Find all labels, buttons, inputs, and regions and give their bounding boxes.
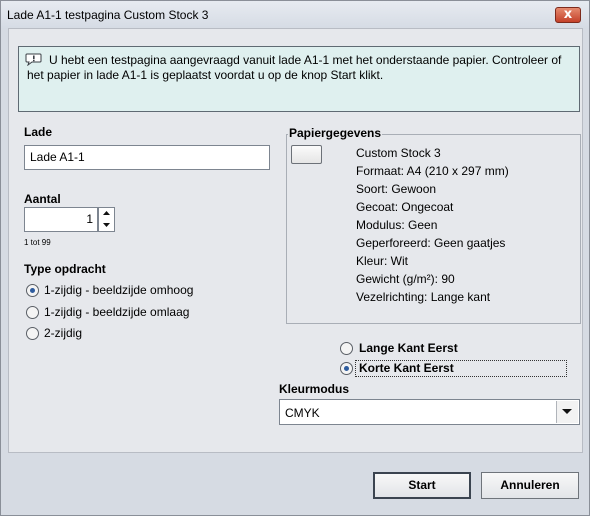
info-message: U hebt een testpagina aangevraagd vanuit… <box>27 53 562 82</box>
paper-modulus: Modulus: Geen <box>356 218 438 232</box>
chevron-down-icon <box>562 409 572 414</box>
close-icon: x <box>563 7 573 22</box>
window-title: Lade A1-1 testpagina Custom Stock 3 <box>7 8 209 22</box>
radio-selected-dot <box>30 288 35 293</box>
stepper-up-icon[interactable] <box>99 208 114 219</box>
radio-1-zijdig-omlaag[interactable] <box>26 306 39 319</box>
radio-korte-kant-eerst[interactable] <box>340 362 353 375</box>
paper-details: Custom Stock 3 Formaat: A4 (210 x 297 mm… <box>356 144 509 306</box>
paper-gecoat: Gecoat: Ongecoat <box>356 200 454 214</box>
option-korte-kant-eerst-label[interactable]: Korte Kant Eerst <box>359 361 454 375</box>
radio-1-zijdig-omhoog[interactable] <box>26 284 39 297</box>
option-1-zijdig-omhoog-label[interactable]: 1-zijdig - beeldzijde omhoog <box>44 283 193 297</box>
kleurmodus-value: CMYK <box>285 406 320 420</box>
kleurmodus-select[interactable]: CMYK <box>279 399 580 425</box>
dropdown-button[interactable] <box>556 401 578 423</box>
aantal-label: Aantal <box>24 192 61 206</box>
start-button[interactable]: Start <box>373 472 471 499</box>
lade-label: Lade <box>24 125 53 139</box>
paper-name: Custom Stock 3 <box>356 146 441 160</box>
paper-geperforeerd: Geperforeerd: Geen gaatjes <box>356 236 506 250</box>
radio-lange-kant-eerst[interactable] <box>340 342 353 355</box>
paper-vezelrichting: Vezelrichting: Lange kant <box>356 290 491 304</box>
paper-formaat: Formaat: A4 (210 x 297 mm) <box>356 164 509 178</box>
title-bar[interactable]: Lade A1-1 testpagina Custom Stock 3 x <box>1 1 589 29</box>
type-opdracht-label: Type opdracht <box>24 262 106 276</box>
lade-value: Lade A1-1 <box>30 150 85 164</box>
aantal-value: 1 <box>86 212 93 226</box>
kleurmodus-label: Kleurmodus <box>279 382 350 396</box>
aantal-stepper[interactable] <box>98 207 115 232</box>
paper-kleur: Kleur: Wit <box>356 254 409 268</box>
paper-soort: Soort: Gewoon <box>356 182 437 196</box>
stepper-down-icon[interactable] <box>99 220 114 231</box>
aantal-range-hint: 1 tot 99 <box>24 238 51 247</box>
close-button[interactable]: x <box>555 7 581 23</box>
aantal-input[interactable]: 1 <box>24 207 98 232</box>
cancel-button[interactable]: Annuleren <box>481 472 579 499</box>
radio-2-zijdig[interactable] <box>26 327 39 340</box>
option-2-zijdig-label[interactable]: 2-zijdig <box>44 326 82 340</box>
lade-field[interactable]: Lade A1-1 <box>24 145 270 170</box>
paper-select-button[interactable] <box>291 145 322 164</box>
paper-gewicht: Gewicht (g/m²): 90 <box>356 272 455 286</box>
papiergegevens-label: Papiergegevens <box>288 126 383 140</box>
option-lange-kant-eerst-label[interactable]: Lange Kant Eerst <box>359 341 458 355</box>
info-message-box: U hebt een testpagina aangevraagd vanuit… <box>18 46 580 112</box>
radio-selected-dot <box>344 366 349 371</box>
option-1-zijdig-omlaag-label[interactable]: 1-zijdig - beeldzijde omlaag <box>44 305 189 319</box>
